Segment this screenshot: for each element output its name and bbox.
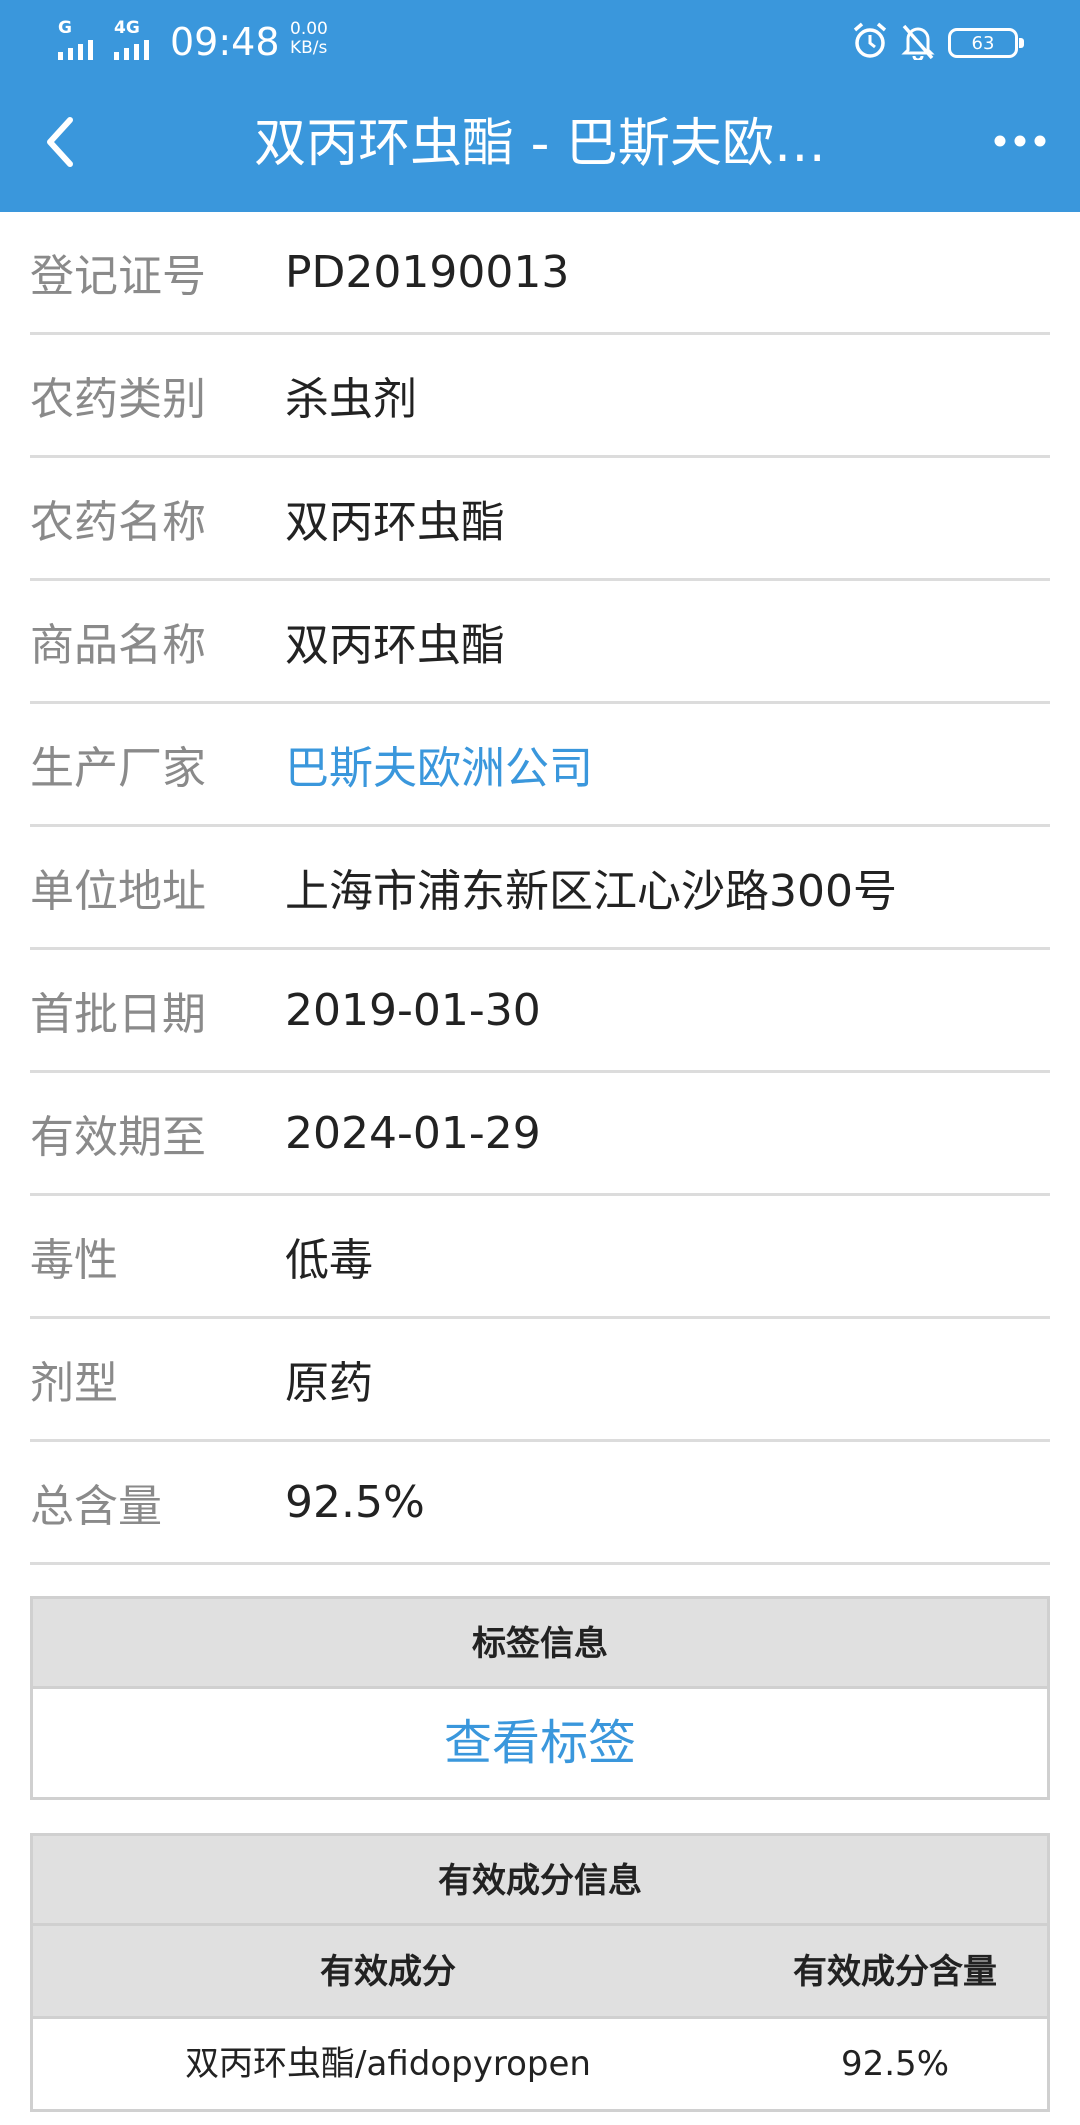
label-info-title: 标签信息	[33, 1599, 1047, 1689]
column-header-ingredient: 有效成分	[320, 1952, 456, 1992]
app-header: G 4G 09:48 0.00 KB/s 63 双丙环虫酯 - 巴斯夫欧…	[0, 0, 1080, 212]
view-label-link[interactable]: 查看标签	[33, 1689, 1047, 1797]
info-value: 2024-01-29	[285, 1107, 541, 1159]
ingredient-table-header: 有效成分 有效成分含量	[33, 1926, 1047, 2019]
registration-info-list: 登记证号 PD20190013 农药类别 杀虫剂 农药名称 双丙环虫酯 商品名称…	[30, 212, 1050, 1565]
signal-sim1-label: G	[58, 18, 72, 38]
alarm-clock-icon	[853, 22, 887, 58]
info-value: 上海市浦东新区江心沙路300号	[285, 866, 897, 917]
manufacturer-link[interactable]: 巴斯夫欧洲公司	[285, 732, 1050, 796]
info-label: 首批日期	[30, 989, 206, 1040]
info-label: 剂型	[30, 1358, 118, 1409]
ingredient-name-cell: 双丙环虫酯/afidopyropen	[185, 2044, 591, 2084]
info-value: 92.5%	[285, 1476, 425, 1528]
info-label: 有效期至	[30, 1112, 206, 1163]
info-value: 双丙环虫酯	[285, 497, 505, 548]
battery-level: 63	[971, 32, 995, 54]
page-title: 双丙环虫酯 - 巴斯夫欧…	[254, 114, 826, 174]
status-bar: G 4G 09:48 0.00 KB/s 63	[0, 0, 1080, 88]
ingredient-content-cell: 92.5%	[840, 2044, 949, 2084]
info-label: 单位地址	[30, 866, 206, 917]
info-label: 商品名称	[30, 620, 206, 671]
battery-icon: 63	[948, 28, 1024, 58]
network-speed-unit: KB/s	[290, 38, 328, 58]
table-row: 双丙环虫酯/afidopyropen 92.5%	[33, 2019, 1047, 2109]
info-label: 登记证号	[30, 251, 206, 302]
info-label: 生产厂家	[30, 743, 206, 794]
more-options-icon[interactable]	[990, 126, 1050, 156]
info-row-total-content: 总含量 92.5%	[30, 1442, 1050, 1565]
info-value: 2019-01-30	[285, 984, 541, 1036]
info-row-address: 单位地址 上海市浦东新区江心沙路300号	[30, 827, 1050, 950]
info-row-valid-until: 有效期至 2024-01-29	[30, 1073, 1050, 1196]
nav-bar: 双丙环虫酯 - 巴斯夫欧…	[0, 88, 1080, 212]
info-label: 总含量	[30, 1481, 162, 1532]
info-row-first-date: 首批日期 2019-01-30	[30, 950, 1050, 1073]
network-speed: 0.00 KB/s	[290, 20, 328, 58]
info-label: 农药类别	[30, 374, 206, 425]
info-value: 原药	[285, 1358, 373, 1409]
network-speed-value: 0.00	[290, 19, 328, 39]
column-header-content: 有效成分含量	[793, 1952, 997, 1992]
info-row-manufacturer: 生产厂家 巴斯夫欧洲公司	[30, 704, 1050, 827]
back-arrow-icon[interactable]	[40, 112, 80, 172]
info-value: PD20190013	[285, 246, 570, 298]
ingredient-info-title: 有效成分信息	[33, 1836, 1047, 1926]
status-time: 09:48	[170, 20, 280, 64]
signal-sim2-label: 4G	[114, 18, 140, 38]
info-value: 低毒	[285, 1235, 373, 1286]
ingredient-info-section: 有效成分信息 有效成分 有效成分含量 双丙环虫酯/afidopyropen 92…	[30, 1833, 1050, 2112]
info-value: 杀虫剂	[285, 374, 417, 425]
info-row-category: 农药类别 杀虫剂	[30, 335, 1050, 458]
info-label: 农药名称	[30, 497, 206, 548]
info-row-toxicity: 毒性 低毒	[30, 1196, 1050, 1319]
info-row-formulation: 剂型 原药	[30, 1319, 1050, 1442]
info-label: 毒性	[30, 1235, 118, 1286]
label-info-section: 标签信息 查看标签	[30, 1596, 1050, 1800]
info-row-registration-number: 登记证号 PD20190013	[30, 212, 1050, 335]
bell-muted-icon	[901, 24, 935, 60]
info-row-pesticide-name: 农药名称 双丙环虫酯	[30, 458, 1050, 581]
info-row-product-name: 商品名称 双丙环虫酯	[30, 581, 1050, 704]
info-value: 双丙环虫酯	[285, 620, 505, 671]
